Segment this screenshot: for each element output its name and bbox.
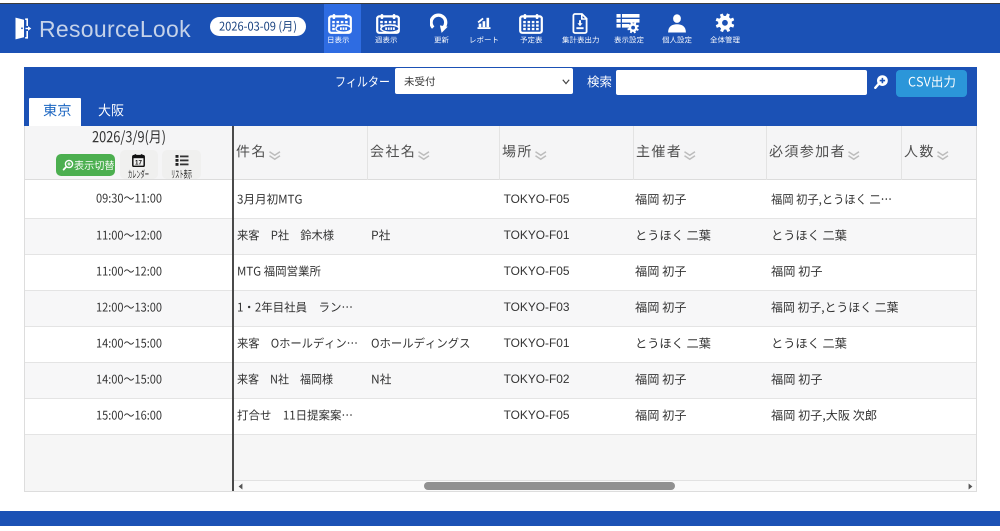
svg-text:17: 17	[135, 159, 142, 166]
